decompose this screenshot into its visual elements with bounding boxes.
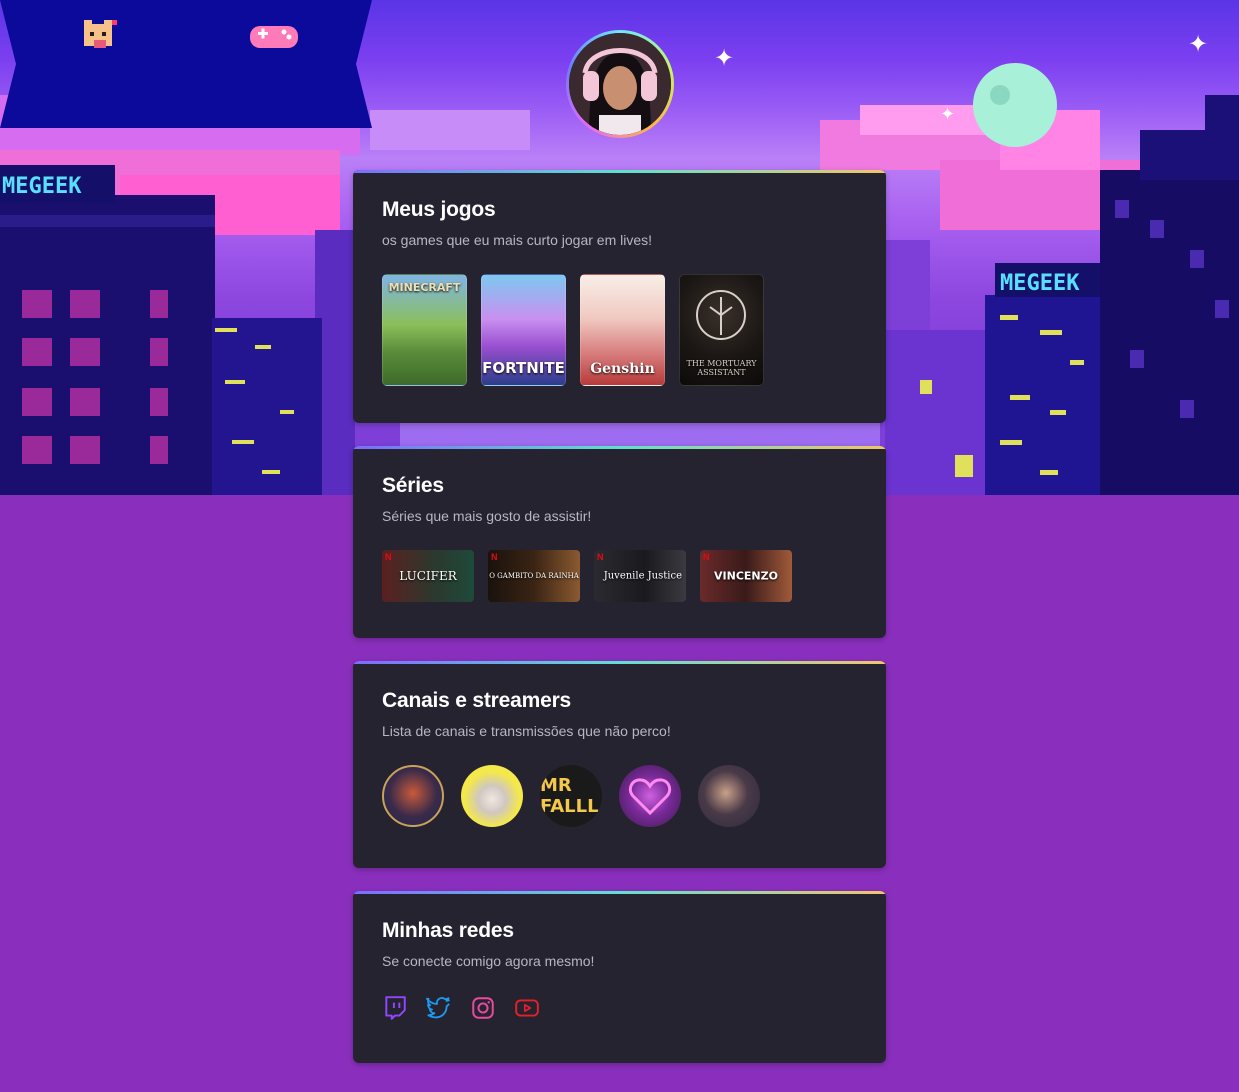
netflix-icon: N: [703, 552, 710, 562]
channel-avatar[interactable]: [619, 765, 681, 827]
series-lucifer[interactable]: N LUCIFER: [382, 550, 474, 602]
series-subtitle: Séries que mais gosto de assistir!: [382, 508, 592, 524]
games-subtitle: os games que eu mais curto jogar em live…: [382, 232, 653, 248]
avatar-photo: [569, 33, 671, 135]
games-list: MINECRAFT FORTNITE Genshin THE MORTUARY …: [382, 274, 857, 386]
channel-avatar[interactable]: [461, 765, 523, 827]
socials-subtitle: Se conecte comigo agora mesmo!: [382, 953, 595, 969]
netflix-icon: N: [385, 552, 392, 562]
svg-text:✦: ✦: [714, 45, 734, 72]
svg-text:MEGEEK: MEGEEK: [1000, 271, 1080, 296]
game-genshin[interactable]: Genshin: [580, 274, 665, 386]
svg-text:MEGEEK: MEGEEK: [2, 174, 82, 199]
svg-text:✦: ✦: [940, 104, 955, 124]
channel-avatar[interactable]: MR FALLL: [540, 765, 602, 827]
youtube-icon[interactable]: [514, 995, 540, 1021]
ribbon-banner: [0, 0, 372, 128]
series-juvenile-justice[interactable]: N Juvenile Justice: [594, 550, 686, 602]
series-gambito[interactable]: N O GAMBITO DA RAINHA: [488, 550, 580, 602]
netflix-icon: N: [597, 552, 604, 562]
gamepad-icon: [250, 26, 298, 48]
profile-avatar[interactable]: [566, 30, 674, 138]
channels-title: Canais e streamers: [382, 689, 572, 712]
netflix-icon: N: [491, 552, 498, 562]
series-vincenzo[interactable]: N VINCENZO: [700, 550, 792, 602]
games-card: Meus jogos os games que eu mais curto jo…: [353, 170, 886, 423]
heart-icon: [628, 778, 672, 816]
channels-card: Canais e streamers Lista de canais e tra…: [353, 661, 886, 868]
socials-card: Minhas redes Se conecte comigo agora mes…: [353, 891, 886, 1063]
instagram-icon[interactable]: [470, 995, 496, 1021]
channels-list: MR FALLL: [382, 765, 857, 827]
socials-list: [382, 995, 857, 1021]
game-mortuary-assistant[interactable]: THE MORTUARY ASSISTANT: [679, 274, 764, 386]
twitter-icon[interactable]: [426, 995, 452, 1021]
game-fortnite[interactable]: FORTNITE: [481, 274, 566, 386]
channel-avatar[interactable]: [382, 765, 444, 827]
series-list: N LUCIFER N O GAMBITO DA RAINHA N Juveni…: [382, 550, 857, 602]
twitch-icon[interactable]: [382, 995, 408, 1021]
channel-avatar[interactable]: [698, 765, 760, 827]
svg-text:✦: ✦: [1188, 31, 1208, 58]
series-title: Séries: [382, 474, 444, 497]
games-title: Meus jogos: [382, 198, 496, 221]
game-minecraft[interactable]: MINECRAFT: [382, 274, 467, 386]
socials-title: Minhas redes: [382, 919, 514, 942]
channels-subtitle: Lista de canais e transmissões que não p…: [382, 723, 671, 739]
series-card: Séries Séries que mais gosto de assistir…: [353, 446, 886, 638]
